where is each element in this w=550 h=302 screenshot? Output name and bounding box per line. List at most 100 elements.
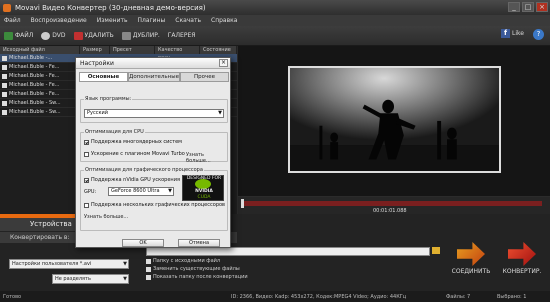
tab-general[interactable]: Основные xyxy=(79,72,129,82)
split-select[interactable]: Не разделять ▼ xyxy=(52,274,129,284)
col-preset[interactable]: Пресет xyxy=(110,46,155,54)
concert-frame-image xyxy=(290,68,499,171)
disc-icon xyxy=(41,31,51,40)
devices-tab[interactable]: Устройства xyxy=(0,218,80,231)
multicore-checkbox[interactable] xyxy=(84,139,89,145)
option-show-folder[interactable]: Показать папку после конвертации xyxy=(146,274,248,280)
cuda-label: Поддержка nVidia GPU ускорения xyxy=(91,177,180,183)
maximize-button[interactable]: □ xyxy=(522,2,534,12)
dialog-title-bar: Настройки xyxy=(76,58,230,69)
timeline-bar[interactable] xyxy=(242,201,542,206)
turbo-option[interactable]: Ускорение с плагином Movavi Turbo xyxy=(84,151,185,157)
gpu-learn-more-link[interactable]: Узнать больше... xyxy=(84,214,128,220)
language-group: Язык программы: Русский ▼ xyxy=(80,96,228,123)
replace-checkbox[interactable] xyxy=(146,266,151,272)
join-button[interactable]: СОЕДИНИТЬ xyxy=(445,242,497,275)
files-count: Файлы: 7 xyxy=(446,293,471,300)
menu-plugins[interactable]: Плагины xyxy=(138,17,166,24)
add-file-button[interactable]: ФАЙЛ xyxy=(4,31,34,40)
turbo-checkbox[interactable] xyxy=(84,151,89,157)
preset-select[interactable]: Настройки пользователя *.avi ▼ xyxy=(9,259,129,269)
gallery-label: ГАЛЕРЕЯ xyxy=(167,32,196,39)
gallery-button[interactable]: ГАЛЕРЕЯ xyxy=(168,32,196,39)
chevron-down-icon: ▼ xyxy=(218,110,222,116)
row-checkbox[interactable] xyxy=(2,91,7,97)
ok-button[interactable]: OK xyxy=(122,239,164,247)
dialog-tabs: Основные Дополнительные Прочее xyxy=(79,72,230,82)
cpu-learn-more-link[interactable]: Узнать больше... xyxy=(186,152,227,164)
dialog-close-button[interactable]: × xyxy=(219,59,228,67)
menu-playback[interactable]: Воспроизведение xyxy=(31,17,87,24)
timeline-handle[interactable] xyxy=(241,199,244,208)
cpu-legend: Оптимизация для CPU xyxy=(84,129,145,135)
window-title: Movavi Видео Конвертер (30-дневная демо-… xyxy=(15,3,206,12)
row-filename: Michael.Buble -... xyxy=(9,55,53,61)
col-status[interactable]: Состояние xyxy=(200,46,237,54)
like-button[interactable]: Like xyxy=(512,30,524,37)
option-replace[interactable]: Заменить существующие файлы xyxy=(146,266,240,272)
convert-label: КОНВЕРТИР. xyxy=(502,268,542,275)
show-folder-checkbox[interactable] xyxy=(146,274,151,280)
multi-gpu-option[interactable]: Поддержка нескольких графических процесс… xyxy=(84,202,225,208)
turbo-label: Ускорение с плагином Movavi Turbo xyxy=(91,151,185,157)
row-checkbox[interactable] xyxy=(2,64,7,70)
nvidia-cuda: CUDA xyxy=(197,195,211,200)
folder-icon[interactable] xyxy=(432,247,440,254)
row-filename: Michael.Buble - Sw... xyxy=(9,109,61,115)
option-source-folder[interactable]: Папку с исходными файл xyxy=(146,258,220,264)
convert-button[interactable]: КОНВЕРТИР. xyxy=(496,242,548,275)
cuda-checkbox[interactable] xyxy=(84,177,89,183)
status-bar: Готово ID: 2366, Видео: Kadp: 453x272, К… xyxy=(0,291,550,302)
cancel-button[interactable]: Отмена xyxy=(178,239,220,247)
row-checkbox[interactable] xyxy=(2,73,7,79)
dvd-button[interactable]: DVD xyxy=(41,31,66,40)
tab-other[interactable]: Прочее xyxy=(180,72,230,82)
close-button[interactable]: × xyxy=(536,2,548,12)
col-source[interactable]: Исходный файл xyxy=(0,46,80,54)
row-checkbox[interactable] xyxy=(2,100,7,106)
gpu-select[interactable]: GeForce 8600 Ultra ▼ xyxy=(108,187,174,196)
join-label: СОЕДИНИТЬ xyxy=(451,268,491,275)
join-arrow-icon xyxy=(457,242,485,266)
title-bar: Movavi Видео Конвертер (30-дневная демо-… xyxy=(0,0,550,15)
menu-edit[interactable]: Изменить xyxy=(97,17,128,24)
output-path-input[interactable] xyxy=(146,247,430,256)
replace-label: Заменить существующие файлы xyxy=(153,266,240,272)
facebook-icon[interactable]: f xyxy=(501,29,510,38)
cuda-option[interactable]: Поддержка nVidia GPU ускорения xyxy=(84,177,180,183)
delete-label: УДАЛИТЬ xyxy=(84,32,114,39)
menu-help[interactable]: Справка xyxy=(211,17,237,24)
menu-bar: Файл Воспроизведение Изменить Плагины Ск… xyxy=(0,15,550,26)
tab-advanced[interactable]: Дополнительные xyxy=(128,72,180,82)
row-filename: Michael.Buble - Fe... xyxy=(9,73,60,79)
language-legend: Язык программы: xyxy=(84,96,133,102)
app-icon xyxy=(3,3,11,12)
gpu-group: Оптимизация для графического процессора … xyxy=(80,167,228,231)
add-file-label: ФАЙЛ xyxy=(15,32,34,39)
nvidia-cuda-logo: DESIGNED FOR NVIDIA CUDA xyxy=(182,175,224,201)
source-folder-checkbox[interactable] xyxy=(146,258,151,264)
duplicate-label: ДУБЛИР. xyxy=(132,32,160,39)
menu-download[interactable]: Скачать xyxy=(175,17,201,24)
col-quality[interactable]: Качество резу... xyxy=(155,46,200,61)
duplicate-button[interactable]: ДУБЛИР. xyxy=(121,31,160,40)
chevron-down-icon: ▼ xyxy=(123,261,127,267)
multicore-option[interactable]: Поддержка многоядерных систем xyxy=(84,139,182,145)
video-preview xyxy=(238,46,550,196)
chevron-down-icon: ▼ xyxy=(123,276,127,282)
delete-button[interactable]: УДАЛИТЬ xyxy=(73,31,114,40)
row-checkbox[interactable] xyxy=(2,109,7,115)
dialog-title: Настройки xyxy=(80,59,114,67)
menu-file[interactable]: Файл xyxy=(4,17,21,24)
language-select[interactable]: Русский ▼ xyxy=(84,109,224,118)
multi-gpu-checkbox[interactable] xyxy=(84,202,89,208)
row-checkbox[interactable] xyxy=(2,55,7,61)
row-checkbox[interactable] xyxy=(2,82,7,88)
toolbar: ФАЙЛ DVD УДАЛИТЬ ДУБЛИР. ГАЛЕРЕЯ xyxy=(0,26,550,46)
split-value: Не разделять xyxy=(55,276,91,282)
col-size[interactable]: Размер xyxy=(80,46,110,54)
help-icon[interactable]: ? xyxy=(533,29,544,40)
row-filename: Michael.Buble - Fe... xyxy=(9,82,60,88)
minimize-button[interactable]: _ xyxy=(508,2,520,12)
nvidia-eye-icon xyxy=(195,179,211,189)
